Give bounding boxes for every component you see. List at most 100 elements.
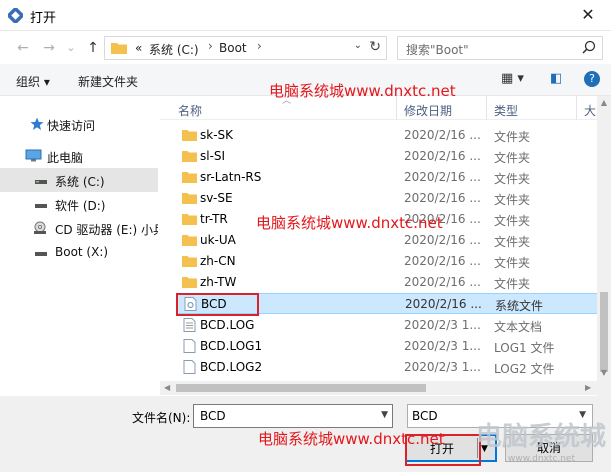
chevron-down-icon[interactable]: ▼	[579, 410, 586, 420]
file-row[interactable]: zh-TW 2020/2/16 ... 文件夹	[176, 272, 598, 293]
file-type: 文件夹	[494, 214, 531, 228]
file-row[interactable]: uk-UA 2020/2/16 ... 文件夹	[176, 230, 598, 251]
file-row[interactable]: sl-SI 2020/2/16 ... 文件夹	[176, 146, 598, 167]
search-placeholder[interactable]: 搜索"Boot"	[406, 41, 469, 58]
file-name: BCD.LOG2	[200, 360, 263, 374]
file-row[interactable]: BCD.LOG1 2020/2/3 1... LOG1 文件	[176, 336, 598, 357]
folder-icon	[182, 151, 197, 162]
window-title: 打开	[30, 11, 57, 26]
view-options-icon[interactable]: ▦ ▾	[501, 71, 524, 86]
column-header-size[interactable]: 大	[584, 102, 596, 119]
file-name: tr-TR	[200, 212, 228, 226]
scroll-down-icon[interactable]: ▼	[597, 368, 611, 377]
up-folder-icon[interactable]: ↑	[84, 39, 102, 57]
back-icon[interactable]: ←	[14, 39, 32, 57]
file-row[interactable]: tr-TR 2020/2/16 ... 文件夹	[176, 209, 598, 230]
file-name: sk-SK	[200, 128, 234, 142]
file-date: 2020/2/16 ...	[404, 149, 481, 163]
sidebar-item-label: CD 驱动器 (E:) 小兵	[55, 223, 158, 237]
column-divider[interactable]	[486, 96, 487, 120]
file-icon	[183, 360, 196, 374]
breadcrumb-separator[interactable]: ›	[208, 39, 213, 53]
folder-icon	[111, 43, 127, 54]
file-date: 2020/2/16 ...	[404, 191, 481, 205]
address-dropdown-icon[interactable]: ⌄	[354, 40, 362, 51]
file-name: sv-SE	[200, 191, 233, 205]
cancel-button[interactable]: 取消	[505, 434, 593, 462]
breadcrumb-overflow[interactable]: «	[135, 41, 142, 55]
file-row[interactable]: sk-SK 2020/2/16 ... 文件夹	[176, 125, 598, 146]
scroll-up-icon[interactable]: ▲	[597, 98, 611, 107]
sidebar-item-boot-x[interactable]: Boot (X:)	[0, 240, 158, 264]
file-row[interactable]: sr-Latn-RS 2020/2/16 ... 文件夹	[176, 167, 598, 188]
horizontal-scrollbar[interactable]: ◀ ▶	[160, 381, 597, 395]
column-divider[interactable]	[396, 96, 397, 120]
text-file-icon	[183, 318, 196, 332]
column-header-type[interactable]: 类型	[494, 102, 518, 119]
filename-label: 文件名(N):	[132, 411, 191, 425]
open-button[interactable]: 打开 ▼	[405, 434, 497, 462]
sidebar-item-software-d[interactable]: 软件 (D:)	[0, 192, 158, 216]
forward-icon[interactable]: →	[40, 39, 58, 57]
dialog-footer: 文件名(N): BCD ▼ BCD ▼ 打开 ▼ 取消	[0, 396, 611, 472]
close-icon[interactable]: ✕	[577, 4, 599, 26]
chevron-down-icon[interactable]: ▼	[381, 410, 388, 420]
file-type: LOG2 文件	[494, 362, 555, 376]
new-folder-button[interactable]: 新建文件夹	[78, 73, 138, 90]
file-date: 2020/2/3 1...	[404, 339, 481, 353]
file-date: 2020/2/3 1...	[404, 360, 481, 374]
file-row-selected[interactable]: BCD 2020/2/16 ... 系统文件	[176, 293, 598, 314]
folder-icon	[182, 193, 197, 204]
file-date: 2020/2/16 ...	[405, 297, 482, 311]
filename-value[interactable]: BCD	[200, 409, 226, 423]
breadcrumb-item-boot[interactable]: Boot	[219, 41, 247, 55]
refresh-icon[interactable]: ↻	[369, 39, 381, 55]
file-type: 系统文件	[495, 299, 544, 313]
organize-menu[interactable]: 组织 ▾	[16, 73, 50, 90]
title-bar: 打开 ✕	[0, 0, 611, 31]
open-button-label: 打开	[429, 442, 454, 456]
file-date: 2020/2/3 1...	[404, 318, 481, 332]
scroll-right-icon[interactable]: ▶	[585, 381, 591, 395]
file-date: 2020/2/16 ...	[404, 254, 481, 268]
search-box[interactable]: 搜索"Boot"	[397, 36, 603, 60]
preview-pane-icon[interactable]: ◧	[550, 71, 562, 86]
file-type-select[interactable]: BCD ▼	[407, 404, 593, 428]
file-row[interactable]: BCD.LOG 2020/2/3 1... 文本文档	[176, 315, 598, 336]
scrollbar-thumb[interactable]	[176, 384, 426, 392]
file-type: 文件夹	[494, 277, 531, 291]
file-type: 文本文档	[494, 320, 543, 334]
file-date: 2020/2/16 ...	[404, 212, 481, 226]
column-divider[interactable]	[576, 96, 577, 120]
open-options-icon[interactable]: ▼	[481, 436, 488, 462]
breadcrumb-item-drive[interactable]: 系统 (C:)	[149, 41, 199, 58]
navigation-pane: 快速访问 此电脑 系统 (C:) 软件 (D:) CD 驱动器 (E:) 小兵 …	[0, 96, 158, 396]
file-name: zh-CN	[200, 254, 236, 268]
file-row[interactable]: BCD.LOG2 2020/2/3 1... LOG2 文件	[176, 357, 598, 378]
drive-icon	[35, 180, 47, 184]
filename-input[interactable]: BCD ▼	[193, 404, 393, 428]
sidebar-item-system-c[interactable]: 系统 (C:)	[0, 168, 158, 192]
sidebar-item-quick-access[interactable]: 快速访问	[0, 112, 158, 136]
sidebar-item-this-pc[interactable]: 此电脑	[0, 144, 158, 168]
column-header-name[interactable]: 名称	[178, 102, 202, 119]
folder-icon	[182, 256, 197, 267]
file-type-value[interactable]: BCD	[412, 409, 438, 423]
scrollbar-thumb[interactable]	[600, 292, 608, 372]
star-icon	[30, 117, 44, 130]
file-type: 文件夹	[494, 151, 531, 165]
file-row[interactable]: sv-SE 2020/2/16 ... 文件夹	[176, 188, 598, 209]
file-row[interactable]: zh-CN 2020/2/16 ... 文件夹	[176, 251, 598, 272]
file-type: LOG1 文件	[494, 341, 555, 355]
breadcrumb-separator[interactable]: ›	[257, 39, 262, 53]
recent-locations-icon[interactable]: ⌄	[62, 39, 80, 57]
sidebar-item-label: 软件 (D:)	[55, 199, 106, 213]
column-header-date[interactable]: 修改日期	[404, 102, 452, 119]
sort-ascending-icon: ︿	[282, 96, 292, 106]
vertical-scrollbar[interactable]: ▲ ▼	[597, 96, 611, 396]
sidebar-item-cd-drive-e[interactable]: CD 驱动器 (E:) 小兵	[0, 216, 158, 240]
help-icon[interactable]: ?	[584, 71, 600, 87]
address-bar[interactable]: « 系统 (C:) › Boot › ⌄ ↻	[104, 36, 387, 60]
split-divider	[477, 438, 478, 458]
scroll-left-icon[interactable]: ◀	[164, 381, 170, 395]
